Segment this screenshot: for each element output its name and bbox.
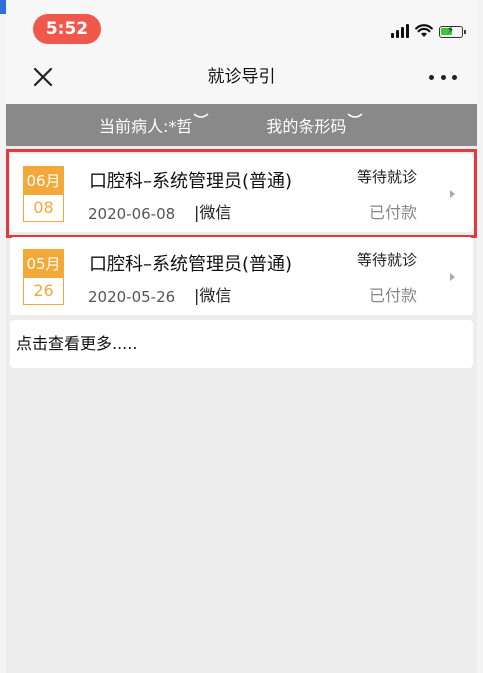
appointment-list: 06月 08 口腔科–系统管理员(普通) 2020-06-08 |微信 等待就诊…	[6, 149, 477, 368]
department-title: 口腔科–系统管理员(普通)	[89, 254, 293, 275]
status-icons: ⚡	[391, 22, 466, 38]
payment-method: |微信	[194, 203, 232, 222]
appointment-date: 2020-05-26	[88, 288, 176, 306]
status-bar: 5:52 ⚡	[6, 0, 477, 50]
signal-icon	[391, 24, 409, 38]
dot	[429, 74, 434, 80]
dot	[452, 74, 457, 80]
more-dots-icon[interactable]	[429, 64, 457, 90]
nav-bar: 就诊导引	[6, 50, 477, 104]
my-barcode-selector[interactable]: 我的条形码	[266, 113, 363, 137]
payment-method: |微信	[194, 286, 232, 305]
chevron-down-icon	[193, 113, 209, 118]
charging-bolt-icon: ⚡	[447, 25, 455, 36]
date-month: 05月	[24, 250, 63, 278]
current-patient-selector[interactable]: 当前病人:*哲	[99, 113, 209, 137]
filter-bar: 当前病人:*哲 我的条形码	[6, 104, 477, 146]
date-month: 06月	[24, 167, 63, 195]
battery-icon: ⚡	[439, 25, 466, 38]
appointment-card[interactable]: 05月 26 口腔科–系统管理员(普通) 2020-05-26 |微信 等待就诊…	[10, 237, 473, 315]
wifi-icon	[415, 24, 433, 37]
visit-status: 等待就诊	[356, 168, 417, 186]
page-title: 就诊导引	[207, 67, 276, 87]
status-time: 5:52	[33, 14, 101, 44]
appointment-date: 2020-06-08	[88, 205, 176, 223]
my-barcode-label: 我的条形码	[266, 117, 347, 136]
chevron-down-icon	[347, 113, 363, 118]
phone-screen: 5:52 ⚡ 就诊导引 当前病人:*哲 我的条形码 06月 08 口腔科–系统管…	[6, 0, 477, 673]
appointment-card[interactable]: 06月 08 口腔科–系统管理员(普通) 2020-06-08 |微信 等待就诊…	[6, 149, 477, 238]
date-badge: 05月 26	[23, 249, 64, 305]
dot	[440, 74, 446, 80]
visit-status: 等待就诊	[356, 251, 417, 269]
date-badge: 06月 08	[23, 166, 64, 222]
right-background-strip	[477, 0, 483, 673]
date-day: 08	[33, 198, 54, 217]
chevron-right-icon	[450, 190, 455, 198]
payment-status: 已付款	[368, 203, 417, 222]
current-patient-label: 当前病人:*哲	[99, 117, 193, 136]
chevron-right-icon	[450, 273, 455, 281]
payment-status: 已付款	[368, 286, 417, 305]
department-title: 口腔科–系统管理员(普通)	[89, 171, 293, 192]
view-more-label: 点击查看更多.....	[16, 334, 138, 353]
date-day: 26	[33, 281, 54, 300]
view-more-button[interactable]: 点击查看更多.....	[10, 320, 473, 368]
